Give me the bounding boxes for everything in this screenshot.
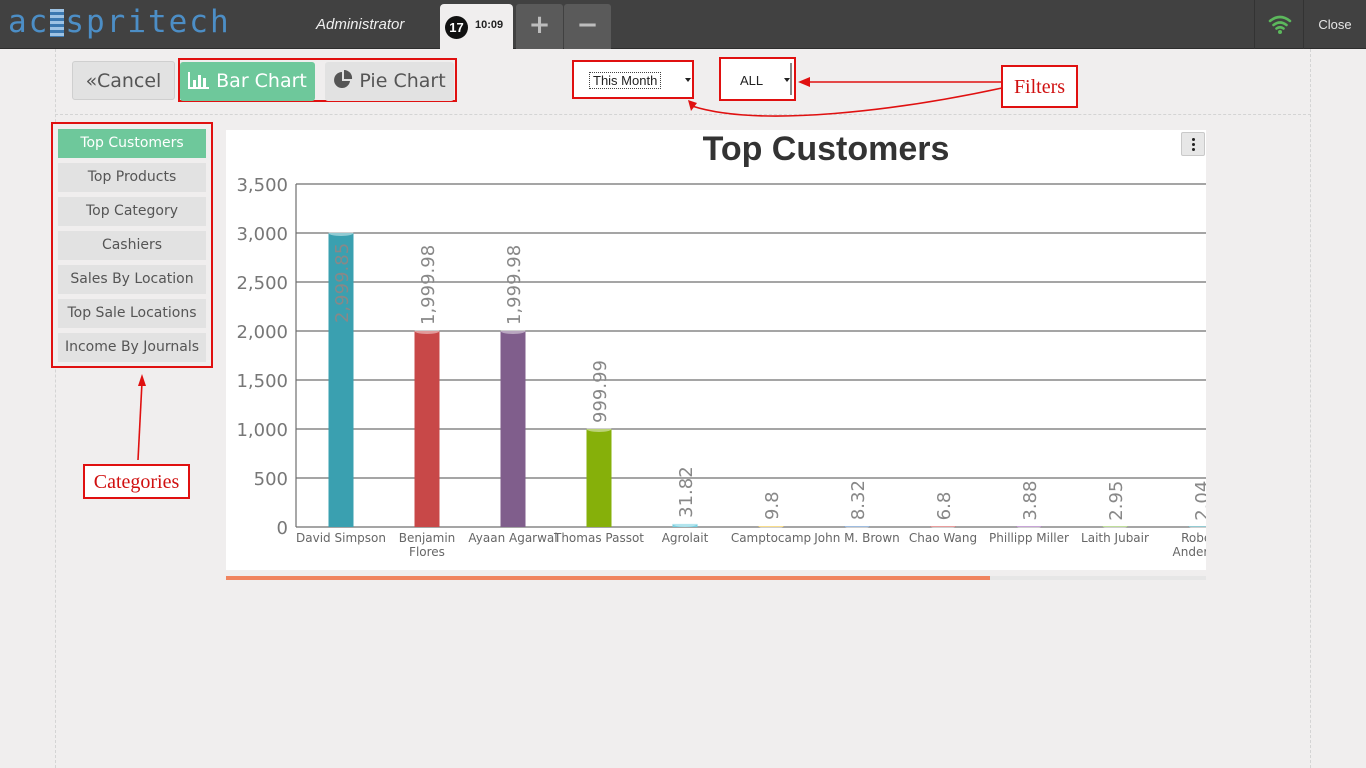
bar-cap [1016,523,1042,529]
bar-value-label: 2.95 [1106,481,1127,521]
x-category-label: RobertAnderson [1173,531,1206,559]
chart-title: Top Customers [703,130,950,168]
category-top-category[interactable]: Top Category [58,197,206,226]
x-category-label-line: Anderson [1173,545,1206,559]
menu-dot [1192,143,1195,146]
x-category-label-line: Benjamin [399,531,456,545]
x-category-label: Benjamin Flores [399,531,456,559]
x-category-label-line: Laith Jubair [1081,531,1149,545]
x-category-label-line: Ayaan Agarwal [468,531,557,545]
category-income-by-journals[interactable]: Income By Journals [58,333,206,362]
x-category-label-line: Flores [409,545,445,559]
bar-cap [1102,523,1128,529]
bar-cap [328,230,354,237]
bar [414,331,440,527]
bar-cap [1188,523,1206,529]
x-category-label: Phillipp Miller [989,531,1069,545]
x-category-label-line: Agrolait [662,531,709,545]
category-sales-by-location[interactable]: Sales By Location [58,265,206,294]
bar-cap [586,426,612,433]
x-category-label: Ayaan Agarwal [468,531,557,545]
bar-cap [672,520,698,527]
bar-value-label: 3.88 [1020,481,1041,521]
categories-annotation: Categories [83,464,190,499]
loading-progress-bar [226,576,1206,580]
bar-cap [414,328,440,335]
top-customers-bar-chart: Top Customers 0 500 1,000 1,500 2,000 2,500 3,0… [236,130,1206,559]
bar-value-label: 9.8 [762,491,783,520]
x-category-label-line: Phillipp Miller [989,531,1069,545]
x-category-label: John M. Brown [813,531,900,545]
bar-cap [758,523,784,529]
x-category-label: Agrolait [662,531,709,545]
category-top-products[interactable]: Top Products [58,163,206,192]
filters-arrow-to-period [691,87,1003,117]
y-tick-label: 0 [277,518,288,539]
x-category-label-line: Thomas Passot [553,531,644,545]
x-category-label-line: Camptocamp [731,531,811,545]
menu-dot [1192,138,1195,141]
y-tick-label: 2,500 [236,273,288,294]
bar-value-label: 1,999.98 [504,245,525,325]
bar [586,429,612,527]
x-category-label: Laith Jubair [1081,531,1149,545]
x-category-label-line: Robert [1181,531,1206,545]
category-cashiers[interactable]: Cashiers [58,231,206,260]
bar-value-label: 8.32 [848,480,869,520]
menu-dot [1192,148,1195,151]
bar-value-label: 6.8 [934,492,955,521]
bar-cap [500,328,526,335]
y-tick-label: 3,500 [236,175,288,196]
category-top-sale-locations[interactable]: Top Sale Locations [58,299,206,328]
bar-value-label: 1,999.98 [418,245,439,325]
chart-menu-button[interactable] [1181,132,1205,156]
x-category-label-line: Chao Wang [909,531,977,545]
arrow-head-icon [688,100,697,111]
arrow-head-icon [798,77,810,87]
arrow-head-icon [138,374,146,386]
bar-value-label: 31.82 [676,466,697,518]
x-category-label: Camptocamp [731,531,811,545]
y-tick-label: 1,000 [236,420,288,441]
x-category-label: Thomas Passot [553,531,644,545]
bar-value-label: 999.99 [590,360,611,423]
category-top-customers[interactable]: Top Customers [58,129,206,158]
y-tick-label: 2,000 [236,322,288,343]
bar [500,331,526,527]
categories-arrow [137,381,143,461]
category-list: Top Customers Top Products Top Category … [51,122,213,368]
x-category-label-line: David Simpson [296,531,386,545]
x-category-label: Chao Wang [909,531,977,545]
x-category-label: David Simpson [296,531,386,545]
chart-panel: Top Customers 0 500 1,000 1,500 2,000 2,500 3,0… [226,130,1206,570]
bar-value-label: 2.04 [1192,481,1206,521]
y-tick-label: 3,000 [236,224,288,245]
bar-cap [844,523,870,529]
y-tick-label: 500 [254,469,288,490]
x-category-label-line: John M. Brown [813,531,900,545]
loading-progress-fill [226,576,991,580]
bar-cap [930,523,956,529]
y-tick-label: 1,500 [236,371,288,392]
bar-value-label: 2,999.85 [332,243,353,323]
